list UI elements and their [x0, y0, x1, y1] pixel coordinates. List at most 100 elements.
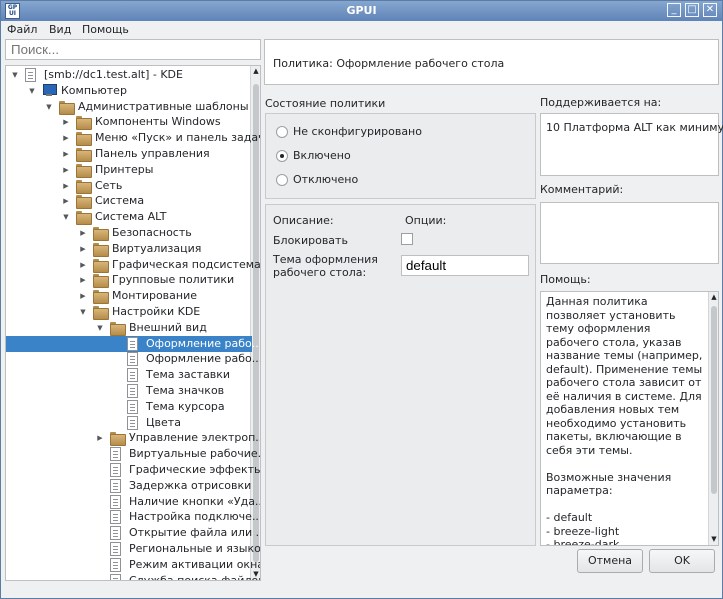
chevron-right-icon[interactable]: ▶: [61, 162, 71, 178]
folder-icon: [110, 321, 126, 336]
chevron-right-icon[interactable]: ▶: [61, 178, 71, 194]
radio-label[interactable]: Включено: [293, 148, 351, 164]
policy-tree[interactable]: ▲ ▼ ▼ [smb://dc1.test.alt] - KDE ▼ Компьюте…: [5, 65, 261, 581]
chevron-down-icon[interactable]: ▼: [78, 304, 88, 320]
theme-input[interactable]: [401, 255, 529, 276]
tree-item[interactable]: Тема заставки: [6, 367, 252, 383]
menu-view[interactable]: Вид: [49, 23, 71, 36]
tree-item[interactable]: Оформление рабо...: [6, 335, 260, 352]
lock-checkbox[interactable]: [401, 233, 413, 245]
tree-item[interactable]: ▼ Административные шаблоны: [6, 99, 252, 115]
ok-button[interactable]: OK: [649, 549, 715, 573]
theme-label: Тема оформления рабочего стола:: [273, 253, 378, 279]
chevron-down-icon[interactable]: ▼: [61, 209, 71, 225]
comment-textarea[interactable]: [540, 202, 719, 264]
chevron-right-icon[interactable]: ▶: [78, 272, 88, 288]
tree-item-label: Управление электроп...: [129, 431, 261, 445]
tree-item[interactable]: Режим активации окна: [6, 557, 260, 573]
folder-icon: [93, 306, 109, 320]
tree-item[interactable]: ▼ Компьютер: [6, 83, 252, 99]
tree-item[interactable]: ▶ Принтеры: [6, 162, 252, 178]
tree-item-label: Монтирование: [112, 289, 198, 303]
tree-item-label: Панель управления: [95, 147, 210, 160]
maximize-button[interactable]: □: [685, 3, 699, 17]
radio-icon[interactable]: [276, 126, 288, 138]
tree-item[interactable]: ▶ Система: [6, 193, 252, 210]
tree-item[interactable]: ▼ [smb://dc1.test.alt] - KDE: [6, 67, 252, 83]
help-scroll-down-icon[interactable]: ▼: [710, 535, 718, 544]
tree-item[interactable]: ▶ Сеть: [6, 178, 252, 194]
chevron-down-icon[interactable]: ▼: [95, 320, 105, 336]
chevron-right-icon[interactable]: ▶: [61, 193, 71, 209]
tree-item-label: Компьютер: [61, 83, 127, 97]
app-window: GP UI GPUI _ □ ✕ Файл Вид Помощь ▲ ▼ ▼ [s…: [0, 0, 723, 599]
tree-item-label: Цвета: [146, 415, 181, 429]
tree-item[interactable]: Тема курсора: [6, 399, 252, 415]
chevron-right-icon[interactable]: ▶: [95, 430, 105, 446]
folder-icon: [93, 227, 109, 241]
minimize-button[interactable]: _: [667, 3, 681, 17]
tree-item-label: Служба поиска файлов: [129, 573, 261, 581]
chevron-right-icon[interactable]: ▶: [78, 225, 88, 241]
help-box[interactable]: Данная политика позволяет установить тем…: [540, 291, 719, 546]
help-scroll-thumb[interactable]: [711, 306, 717, 494]
tree-item[interactable]: ▶ Управление электроп...: [6, 430, 260, 447]
tree-item[interactable]: Оформление рабо...: [6, 351, 260, 367]
scroll-up-icon[interactable]: ▲: [252, 67, 260, 76]
tree-item[interactable]: ▶ Безопасность: [6, 225, 252, 241]
policy-state-group: Не сконфигурировано Включено Отключено: [265, 113, 536, 199]
menu-file[interactable]: Файл: [7, 23, 37, 36]
tree-item[interactable]: ▼ Система ALT: [6, 209, 252, 226]
chevron-down-icon[interactable]: ▼: [10, 67, 20, 83]
tree-item[interactable]: ▼ Внешний вид: [6, 320, 252, 336]
tree-item[interactable]: Открытие файла или ...: [6, 525, 260, 541]
tree-item[interactable]: Настройка подключе...: [6, 509, 260, 525]
tree-item[interactable]: ▶ Графическая подсистема: [6, 257, 260, 273]
chevron-right-icon[interactable]: ▶: [78, 288, 88, 304]
supported-value: 10 Платформа ALT как минимум: [546, 121, 723, 134]
chevron-right-icon[interactable]: ▶: [61, 114, 71, 130]
help-scrollbar[interactable]: ▲ ▼: [708, 292, 718, 545]
tree-item[interactable]: ▶ Монтирование: [6, 288, 252, 305]
tree-item[interactable]: Задержка отрисовки: [6, 478, 252, 494]
tree-item[interactable]: Служба поиска файлов: [6, 573, 260, 580]
tree-item[interactable]: Цвета: [6, 415, 252, 431]
menu-help[interactable]: Помощь: [82, 23, 129, 36]
chevron-right-icon[interactable]: ▶: [78, 257, 88, 273]
tree-item[interactable]: Виртуальные рабочие...: [6, 446, 260, 462]
scroll-thumb[interactable]: [253, 84, 259, 562]
search-input[interactable]: [5, 39, 261, 60]
chevron-down-icon[interactable]: ▼: [44, 99, 54, 115]
folder-icon: [93, 258, 109, 273]
description-label: Описание:: [273, 214, 334, 227]
help-scroll-up-icon[interactable]: ▲: [710, 293, 718, 302]
tree-item[interactable]: ▶ Меню «Пуск» и панель задач: [6, 130, 260, 147]
chevron-right-icon[interactable]: ▶: [61, 130, 71, 146]
tree-item[interactable]: ▶ Групповые политики: [6, 272, 252, 289]
doc-icon: [110, 463, 121, 477]
tree-item[interactable]: ▶ Панель управления: [6, 146, 252, 162]
doc-icon: [110, 447, 121, 462]
radio-icon[interactable]: [276, 174, 288, 186]
close-button[interactable]: ✕: [703, 3, 717, 17]
tree-item[interactable]: ▶ Компоненты Windows: [6, 114, 252, 131]
chevron-right-icon[interactable]: ▶: [78, 241, 88, 257]
tree-item[interactable]: Графические эффекты: [6, 462, 260, 478]
tree-item-label: Тема курсора: [146, 399, 225, 413]
tree-item[interactable]: Наличие кнопки «Уда...: [6, 494, 260, 510]
tree-item[interactable]: Региональные и языко...: [6, 541, 260, 557]
radio-label[interactable]: Не сконфигурировано: [293, 124, 422, 140]
chevron-right-icon[interactable]: ▶: [61, 146, 71, 162]
chevron-down-icon[interactable]: ▼: [27, 83, 37, 99]
cancel-button[interactable]: Отмена: [577, 549, 643, 573]
tree-item[interactable]: ▼ Настройки KDE: [6, 304, 252, 320]
folder-icon: [110, 432, 126, 447]
radio-label[interactable]: Отключено: [293, 172, 358, 188]
tree-item[interactable]: Тема значков: [6, 383, 252, 399]
folder-icon: [76, 179, 92, 194]
tree-item-label: Задержка отрисовки: [129, 478, 252, 492]
tree-item[interactable]: ▶ Виртуализация: [6, 241, 252, 257]
radio-checked-icon[interactable]: [276, 150, 288, 162]
title-bar[interactable]: GP UI GPUI _ □ ✕: [1, 1, 722, 21]
tree-item-label: Групповые политики: [112, 273, 235, 287]
